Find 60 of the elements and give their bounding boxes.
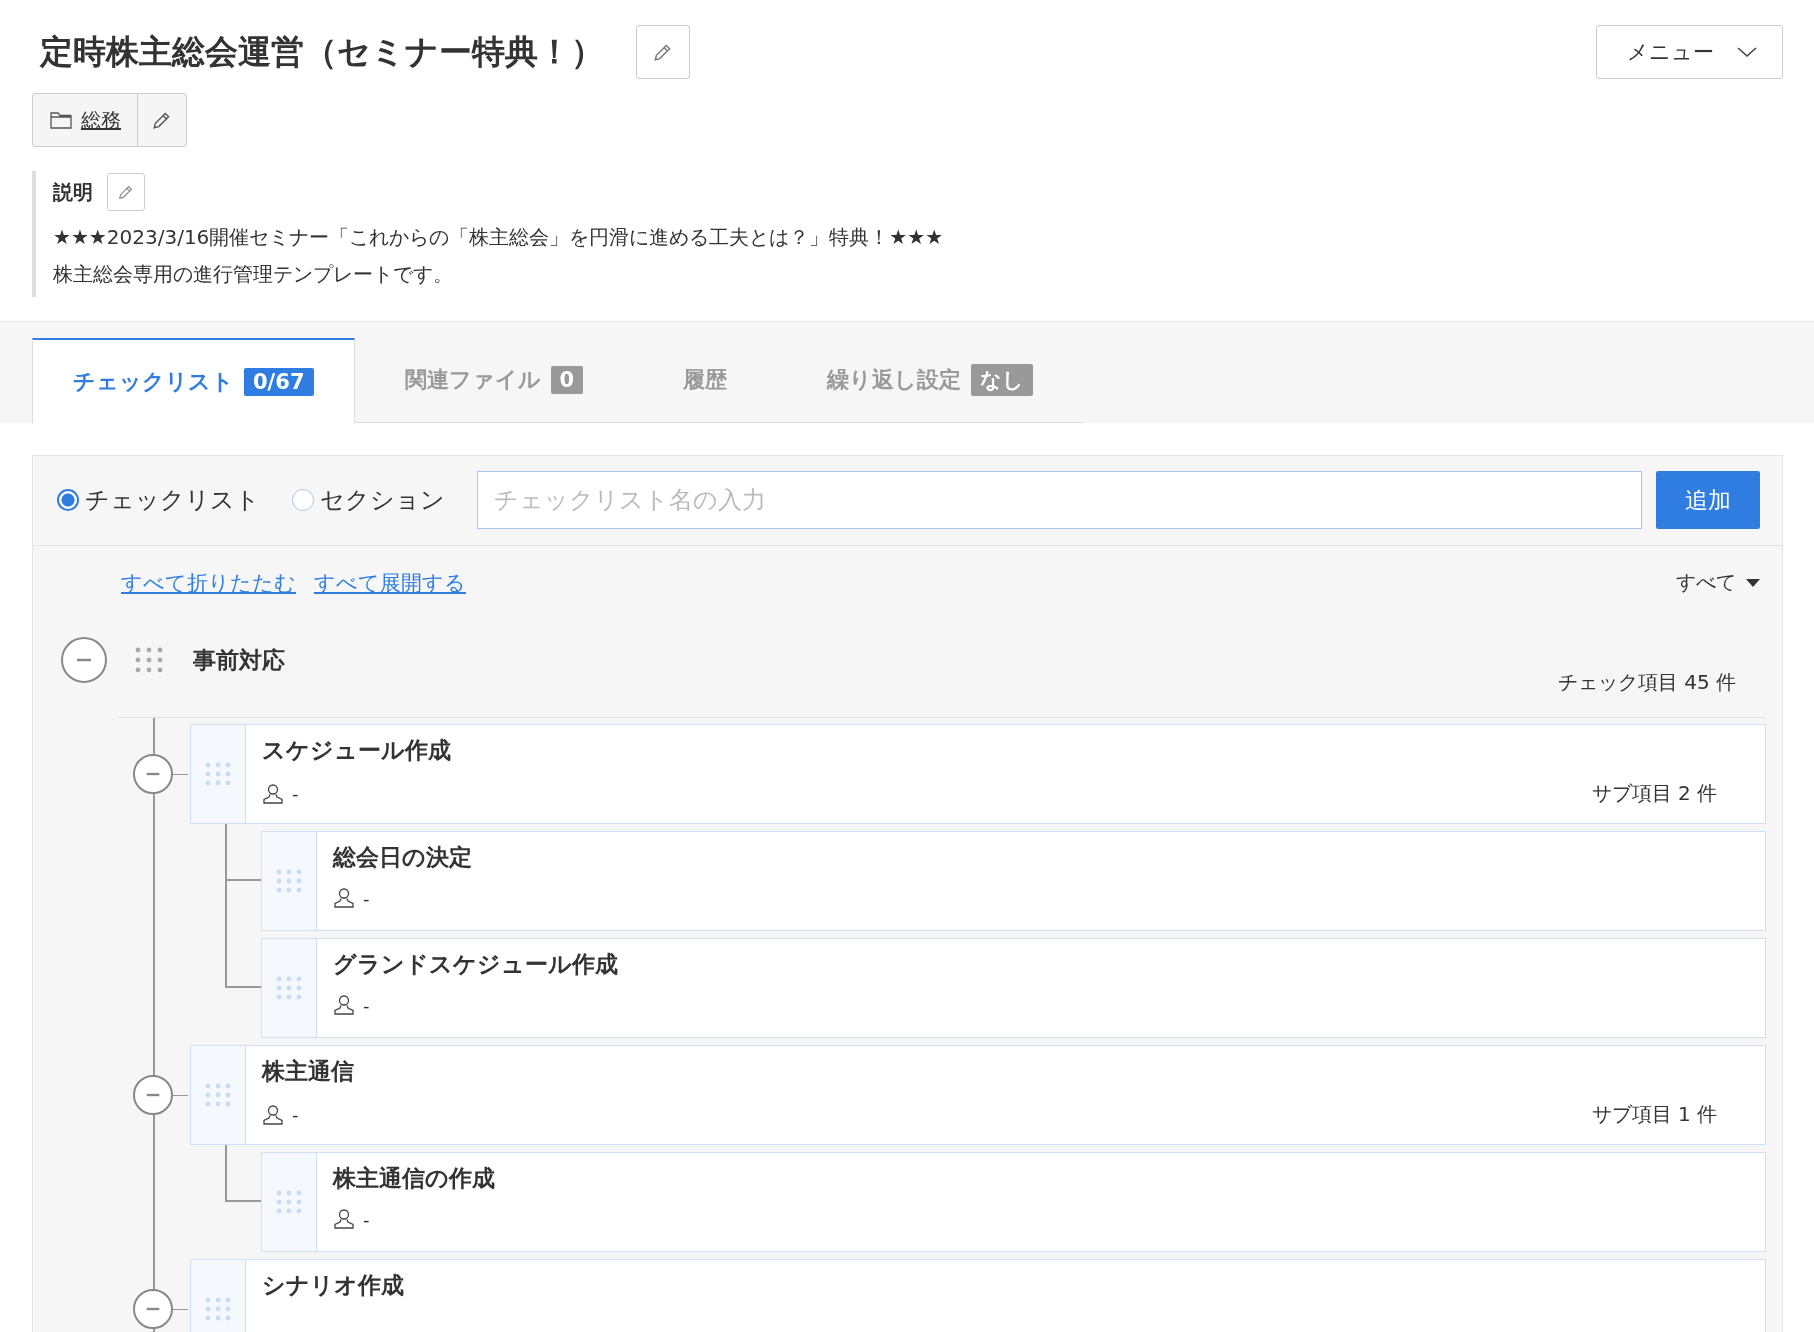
item-count: チェック項目 45 件 xyxy=(1557,668,1736,696)
item-title: シナリオ作成 xyxy=(262,1271,405,1300)
minus-icon xyxy=(146,1093,160,1097)
add-button[interactable]: 追加 xyxy=(1656,471,1760,529)
drag-handle[interactable] xyxy=(262,939,317,1037)
folder-icon xyxy=(49,110,73,130)
assignee-text: - xyxy=(363,1208,370,1230)
drag-handle[interactable] xyxy=(262,832,317,930)
drag-handle[interactable] xyxy=(191,1260,246,1332)
collapse-button[interactable] xyxy=(133,754,173,794)
page-title: 定時株主総会運営（セミナー特典！） xyxy=(40,30,604,73)
caret-down-icon xyxy=(1746,578,1760,587)
drag-handle[interactable] xyxy=(262,1153,317,1251)
drag-handle[interactable] xyxy=(191,725,246,823)
checklist-name-field[interactable]: チェックリスト名の入力 xyxy=(477,471,1642,529)
section-title: 事前対応 xyxy=(193,645,285,675)
tab[interactable]: チェックリスト 0/67 xyxy=(32,338,355,423)
collapse-button[interactable] xyxy=(61,637,107,683)
item-title: 株主通信 xyxy=(262,1057,355,1086)
edit-description-button[interactable] xyxy=(107,173,145,211)
assignee-text: - xyxy=(292,1104,299,1125)
item-title: グランドスケジュール作成 xyxy=(333,950,619,979)
person-icon xyxy=(262,1103,284,1126)
checklist-card[interactable]: スケジュール作成 - サブ項目 2 件 xyxy=(190,724,1766,824)
person-icon xyxy=(333,1208,355,1230)
checklist-card[interactable]: グランドスケジュール作成 - xyxy=(261,938,1766,1038)
item-title: スケジュール作成 xyxy=(262,736,452,765)
checklist-card[interactable]: 総会日の決定 - xyxy=(261,831,1766,931)
chevron-down-icon xyxy=(1736,45,1758,59)
assignee-text: - xyxy=(292,783,299,804)
assignee-text: - xyxy=(363,887,370,909)
type-radio[interactable]: セクション xyxy=(292,484,445,516)
description-text: ★★★2023/3/16開催セミナー「これからの「株主総会」を円滑に進める工夫とは？」特典！★★★ xyxy=(53,224,945,251)
type-radio[interactable]: チェックリスト xyxy=(57,484,260,516)
drag-handle[interactable] xyxy=(191,1046,246,1144)
drag-handle-icon[interactable] xyxy=(135,647,163,673)
filter-dropdown[interactable]: すべて xyxy=(1670,568,1766,597)
checklist-card[interactable]: 株主通信 - サブ項目 1 件 xyxy=(190,1045,1766,1145)
minus-icon xyxy=(77,658,91,662)
item-title: 株主通信の作成 xyxy=(333,1164,496,1193)
collapse-button[interactable] xyxy=(133,1289,173,1329)
sub-item-count: サブ項目 2 件 xyxy=(1591,780,1717,807)
menu-button[interactable]: メニュー xyxy=(1596,25,1783,79)
edit-title-button[interactable] xyxy=(636,25,690,79)
assignee-text: - xyxy=(363,994,370,1016)
expand-all-link[interactable]: すべて展開する xyxy=(314,568,466,597)
checklist-card[interactable]: シナリオ作成 xyxy=(190,1259,1766,1332)
item-title: 総会日の決定 xyxy=(333,843,473,872)
checklist-card[interactable]: 株主通信の作成 - xyxy=(261,1152,1766,1252)
minus-icon xyxy=(146,772,160,776)
sub-item-count: サブ項目 1 件 xyxy=(1591,1101,1717,1128)
collapse-button[interactable] xyxy=(133,1075,173,1115)
description-label: 説明 xyxy=(53,178,93,206)
pencil-icon xyxy=(117,183,135,201)
description-text: 株主総会専用の進行管理テンプレートです。 xyxy=(53,261,454,288)
person-icon xyxy=(333,994,355,1016)
minus-icon xyxy=(146,1307,160,1311)
person-icon xyxy=(262,782,284,805)
person-icon xyxy=(333,887,355,909)
collapse-all-link[interactable]: すべて折りたたむ xyxy=(121,568,296,597)
